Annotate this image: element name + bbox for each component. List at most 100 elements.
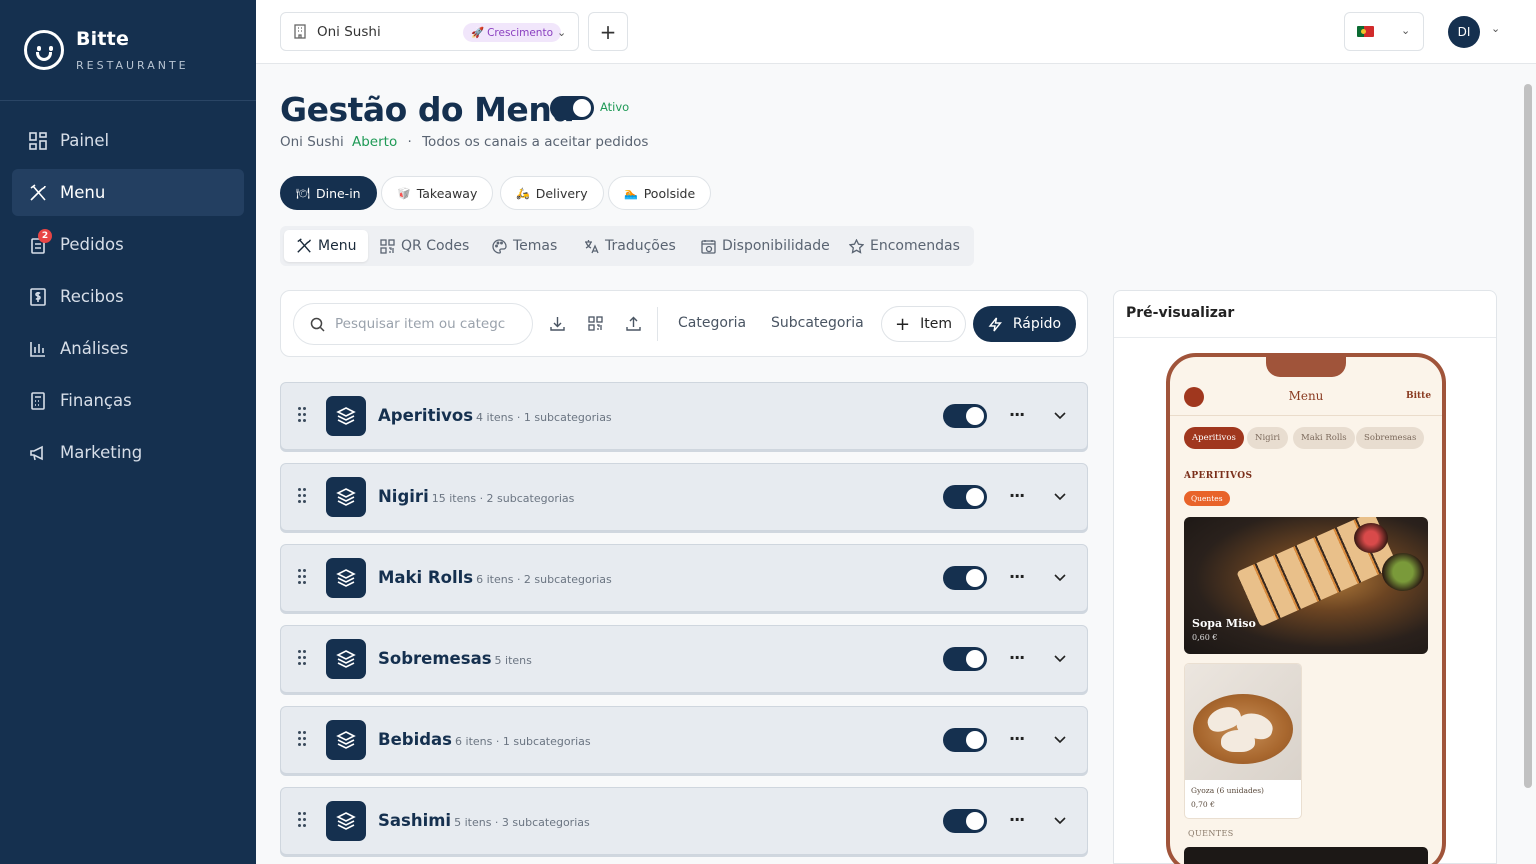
tab-temas[interactable]: Temas: [480, 230, 569, 262]
chevron-down-icon[interactable]: [1054, 652, 1066, 667]
drag-handle-icon[interactable]: [298, 488, 308, 508]
category-toggle[interactable]: [943, 809, 987, 833]
sidebar-item-label: Finanças: [60, 391, 132, 410]
phone-mockup: Menu Bitte Aperitivos Nigiri Maki Rolls …: [1166, 353, 1446, 864]
category-row-nigiri[interactable]: Nigiri 15 itens · 2 subcategorias ···: [280, 463, 1088, 531]
drag-handle-icon[interactable]: [298, 569, 308, 589]
brand-name: Bitte: [76, 28, 130, 50]
chevron-down-icon[interactable]: [1054, 571, 1066, 586]
category-row-sobremesas[interactable]: Sobremesas 5 itens ···: [280, 625, 1088, 693]
drag-handle-icon[interactable]: [298, 812, 308, 832]
phone-brand: Bitte: [1406, 391, 1432, 401]
sidebar-item-label: Análises: [60, 339, 129, 358]
drag-handle-icon[interactable]: [298, 650, 308, 670]
more-options-icon[interactable]: ···: [1009, 567, 1025, 586]
palette-icon: [492, 238, 507, 254]
phone-pill-sobremesas[interactable]: Sobremesas: [1356, 427, 1425, 449]
sidebar-item-financas[interactable]: Finanças: [12, 377, 244, 424]
channel-poolside[interactable]: 🏊 Poolside: [608, 176, 712, 210]
more-options-icon[interactable]: ···: [1009, 648, 1025, 667]
sidebar-item-analises[interactable]: Análises: [12, 325, 244, 372]
tab-disponibilidade[interactable]: Disponibilidade: [689, 230, 842, 262]
phone-pill-aperitivos[interactable]: Aperitivos: [1184, 427, 1244, 449]
drag-handle-icon[interactable]: [298, 407, 308, 427]
search-input[interactable]: Pesquisar item ou categc: [293, 303, 533, 345]
layers-icon: [326, 720, 366, 760]
menu-item-card-gyoza[interactable]: Gyoza (6 unidades) 0,70 €: [1184, 663, 1302, 819]
sidebar-item-marketing[interactable]: Marketing: [12, 429, 244, 476]
category-meta: 6 itens · 2 subcategorias: [476, 573, 612, 586]
more-options-icon[interactable]: ···: [1009, 729, 1025, 748]
sidebar-item-menu[interactable]: Menu: [12, 169, 244, 216]
more-options-icon[interactable]: ···: [1009, 405, 1025, 424]
category-toggle[interactable]: [943, 566, 987, 590]
tab-menu[interactable]: Menu: [284, 230, 369, 262]
menu-toolbar: Pesquisar item ou categc Categoria Subca…: [280, 290, 1088, 357]
plate-icon: 🍽: [296, 186, 310, 200]
user-menu-chevron-icon[interactable]: ⌄: [1491, 22, 1500, 35]
category-title: Sobremesas 5 itens: [378, 649, 532, 668]
chevron-down-icon[interactable]: [1054, 814, 1066, 829]
sidebar-item-label: Painel: [60, 131, 110, 150]
menu-item-card-sopa-miso[interactable]: Sopa Miso 0,60 €: [1184, 517, 1428, 654]
drag-handle-icon[interactable]: [298, 731, 308, 751]
category-title: Sashimi 5 itens · 3 subcategorias: [378, 811, 590, 830]
tab-traducoes[interactable]: Traduções: [572, 230, 688, 262]
quick-add-button[interactable]: Rápido: [973, 306, 1076, 342]
sidebar-item-recibos[interactable]: Recibos: [12, 273, 244, 320]
channel-takeaway[interactable]: 🥡 Takeaway: [381, 176, 494, 210]
more-options-icon[interactable]: ···: [1009, 810, 1025, 829]
sidebar-item-painel[interactable]: Painel: [12, 117, 244, 164]
category-row-bebidas[interactable]: Bebidas 6 itens · 1 subcategorias ···: [280, 706, 1088, 774]
category-row-maki-rolls[interactable]: Maki Rolls 6 itens · 2 subcategorias ···: [280, 544, 1088, 612]
preview-title: Pré-visualizar: [1114, 291, 1496, 338]
sidebar-item-label: Recibos: [60, 287, 124, 306]
add-item-button[interactable]: + Item: [881, 306, 966, 342]
category-toggle[interactable]: [943, 728, 987, 752]
page-title: Gestão do Menu: [280, 90, 575, 129]
megaphone-icon: [28, 443, 48, 463]
user-avatar[interactable]: DI: [1448, 16, 1480, 48]
sidebar-item-pedidos[interactable]: 2 Pedidos: [12, 221, 244, 268]
tab-encomendas[interactable]: Encomendas: [837, 230, 972, 262]
phone-header-divider: [1170, 415, 1442, 416]
tab-qr-codes[interactable]: QR Codes: [368, 230, 481, 262]
language-selector[interactable]: ⌄: [1344, 12, 1424, 51]
star-icon: [849, 238, 864, 254]
menu-item-name: Sopa Miso: [1192, 617, 1256, 630]
sidebar-item-label: Marketing: [60, 443, 143, 462]
upload-icon[interactable]: [623, 313, 643, 333]
sidebar-item-label: Menu: [60, 183, 106, 202]
portugal-flag-icon: [1357, 26, 1374, 37]
category-row-aperitivos[interactable]: Aperitivos 4 itens · 1 subcategorias ···: [280, 382, 1088, 450]
category-toggle[interactable]: [943, 647, 987, 671]
brand-logo[interactable]: Bitte RESTAURANTE: [24, 28, 224, 78]
add-store-button[interactable]: +: [588, 12, 628, 51]
chevron-down-icon[interactable]: [1054, 733, 1066, 748]
menu-item-card-partial[interactable]: [1184, 847, 1428, 864]
add-category-button[interactable]: Categoria: [678, 315, 746, 331]
swimmer-icon: 🏊: [624, 186, 638, 200]
menu-active-toggle[interactable]: [550, 96, 594, 120]
phone-pill-nigiri[interactable]: Nigiri: [1247, 427, 1289, 449]
category-toggle[interactable]: [943, 404, 987, 428]
page-scrollbar-thumb[interactable]: [1524, 84, 1532, 788]
store-selector[interactable]: Oni Sushi 🚀 Crescimento ⌄: [280, 12, 579, 51]
chevron-down-icon[interactable]: [1054, 490, 1066, 505]
category-row-sashimi[interactable]: Sashimi 5 itens · 3 subcategorias ···: [280, 787, 1088, 855]
smile-logo-icon: [24, 30, 64, 70]
sidebar-item-label: Pedidos: [60, 235, 124, 254]
qr-code-icon[interactable]: [585, 313, 605, 333]
search-placeholder: Pesquisar item ou categc: [335, 316, 506, 332]
add-subcategory-button[interactable]: Subcategoria: [771, 315, 864, 331]
chevron-down-icon[interactable]: [1054, 409, 1066, 424]
channel-delivery[interactable]: 🛵 Delivery: [500, 176, 604, 210]
phone-pill-maki-rolls[interactable]: Maki Rolls: [1293, 427, 1355, 449]
search-icon: [310, 317, 325, 332]
category-toggle[interactable]: [943, 485, 987, 509]
more-options-icon[interactable]: ···: [1009, 486, 1025, 505]
takeaway-box-icon: 🥡: [397, 186, 411, 200]
channel-dine-in[interactable]: 🍽 Dine-in: [280, 176, 377, 210]
store-name: Oni Sushi: [280, 134, 344, 150]
download-icon[interactable]: [547, 313, 567, 333]
